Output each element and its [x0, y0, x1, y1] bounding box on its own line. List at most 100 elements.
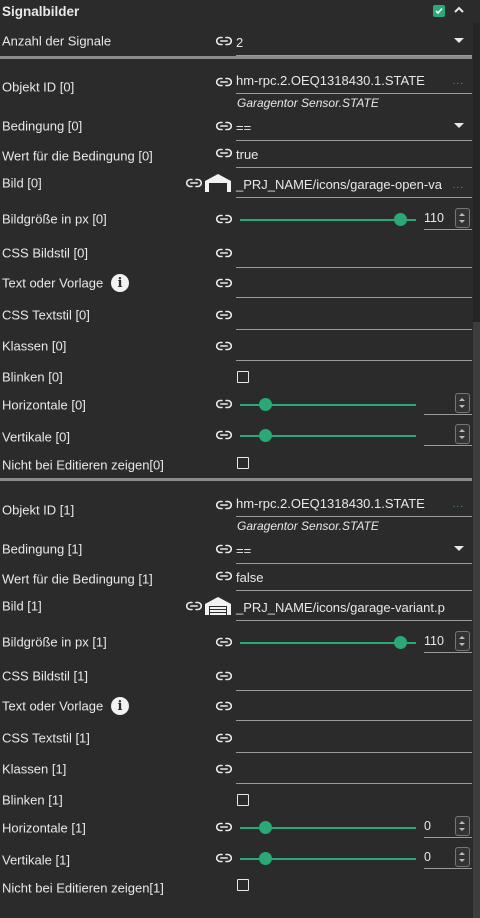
css-text-input[interactable] — [236, 723, 472, 753]
vertical-number-input[interactable] — [424, 424, 472, 446]
chevron-up-icon[interactable] — [452, 3, 466, 20]
text-input[interactable] — [236, 691, 472, 721]
chevron-down-icon[interactable] — [454, 38, 464, 43]
size-slider[interactable] — [240, 636, 416, 649]
spinner-icon[interactable] — [455, 424, 470, 444]
css-image-input[interactable] — [236, 238, 472, 268]
image-value: _PRJ_NAME/icons/garage-open-va — [236, 177, 442, 192]
object-id-label: Objekt ID [1] — [2, 502, 75, 518]
link-icon[interactable] — [216, 733, 232, 743]
image-label: Bild [1] — [2, 598, 42, 614]
spinner-icon[interactable] — [455, 847, 470, 867]
css-text-input[interactable] — [236, 300, 472, 330]
condition-select[interactable]: == — [236, 534, 472, 564]
size-number-input[interactable]: 110 — [424, 631, 472, 653]
vertical-slider[interactable] — [240, 429, 416, 442]
size-slider-knob[interactable] — [394, 636, 408, 649]
text-input[interactable] — [236, 268, 472, 298]
link-icon[interactable] — [216, 822, 232, 832]
image-input[interactable]: _PRJ_NAME/icons/garage-variant.p — [236, 591, 472, 621]
blink-checkbox[interactable] — [237, 371, 249, 383]
spinner-icon[interactable] — [455, 393, 470, 413]
count-select[interactable]: 2 — [236, 26, 472, 56]
link-icon[interactable] — [216, 214, 232, 224]
cond-value-row-0: Wert für die Bedingung [0] true — [0, 138, 472, 168]
horizontal-row-0: Horizontale [0] — [0, 389, 472, 419]
css-image-label: CSS Bildstil [0] — [2, 245, 88, 261]
link-icon[interactable] — [216, 148, 232, 158]
link-icon[interactable] — [216, 701, 232, 711]
size-slider-knob[interactable] — [394, 213, 408, 226]
link-icon[interactable] — [216, 853, 232, 863]
text-label: Text oder Vorlage — [2, 698, 104, 714]
link-icon[interactable] — [216, 341, 232, 351]
spinner-icon[interactable] — [455, 631, 470, 651]
link-icon[interactable] — [216, 36, 232, 46]
cond-value-input[interactable]: false — [236, 561, 472, 591]
object-id-name: Garagentor Sensor.STATE — [237, 96, 379, 110]
chevron-down-icon[interactable] — [454, 546, 464, 551]
link-icon[interactable] — [216, 430, 232, 440]
chevron-down-icon[interactable] — [454, 123, 464, 128]
image-value: _PRJ_NAME/icons/garage-variant.p — [236, 600, 445, 615]
vertical-number-input[interactable]: 0 — [424, 847, 472, 869]
link-icon[interactable] — [216, 671, 232, 681]
link-icon[interactable] — [216, 637, 232, 647]
horizontal-slider-knob[interactable] — [258, 821, 272, 834]
vertical-slider-knob[interactable] — [258, 429, 272, 442]
link-icon[interactable] — [216, 399, 232, 409]
object-id-input[interactable]: hm-rpc.2.OEQ1318430.1.STATE ... — [236, 485, 472, 517]
vertical-slider[interactable] — [240, 852, 416, 865]
size-slider[interactable] — [240, 213, 416, 226]
hide-edit-checkbox[interactable] — [237, 879, 249, 891]
condition-select[interactable]: == — [236, 111, 472, 141]
horizontal-number-input[interactable]: 0 — [424, 816, 472, 838]
blink-checkbox[interactable] — [237, 794, 249, 806]
image-input[interactable]: _PRJ_NAME/icons/garage-open-va ... — [236, 168, 472, 198]
cond-value-value: true — [236, 147, 259, 162]
link-icon[interactable] — [216, 764, 232, 774]
hide-edit-checkbox[interactable] — [237, 457, 249, 469]
classes-input[interactable] — [236, 754, 472, 784]
spinner-icon[interactable] — [455, 816, 470, 836]
size-label: Bildgröße in px [1] — [2, 634, 107, 650]
link-icon[interactable] — [216, 571, 232, 581]
link-icon[interactable] — [186, 178, 202, 188]
horizontal-slider[interactable] — [240, 821, 416, 834]
vertical-slider-knob[interactable] — [258, 852, 272, 865]
css-text-row-0: CSS Textstil [0] — [0, 300, 472, 330]
object-id-input[interactable]: hm-rpc.2.OEQ1318430.1.STATE ... — [236, 62, 472, 94]
condition-row-0: Bedingung [0] == — [0, 111, 472, 141]
link-icon[interactable] — [216, 278, 232, 288]
divider — [0, 478, 472, 481]
size-row-1: Bildgröße in px [1] 110 — [0, 627, 472, 657]
horizontal-number-input[interactable] — [424, 393, 472, 415]
condition-value: == — [236, 543, 252, 558]
css-image-input[interactable] — [236, 661, 472, 691]
css-text-label: CSS Textstil [0] — [2, 307, 90, 323]
scrollbar-thumb[interactable] — [473, 322, 480, 918]
link-icon[interactable] — [216, 77, 232, 87]
info-icon[interactable]: i — [111, 697, 129, 715]
link-icon[interactable] — [216, 310, 232, 320]
info-icon[interactable]: i — [111, 274, 129, 292]
size-number-input[interactable]: 110 — [424, 208, 472, 230]
hide-edit-row-0: Nicht bei Editieren zeigen[0] — [0, 448, 472, 478]
scrollbar[interactable] — [473, 22, 480, 918]
css-text-row-1: CSS Textstil [1] — [0, 723, 472, 753]
link-icon[interactable] — [216, 500, 232, 510]
hide-edit-row-1: Nicht bei Editieren zeigen[1] — [0, 872, 472, 896]
size-label: Bildgröße in px [0] — [2, 211, 107, 227]
link-icon[interactable] — [216, 121, 232, 131]
classes-input[interactable] — [236, 331, 472, 361]
horizontal-slider-knob[interactable] — [258, 398, 272, 411]
horizontal-slider[interactable] — [240, 398, 416, 411]
link-icon[interactable] — [216, 248, 232, 258]
link-icon[interactable] — [216, 544, 232, 554]
spinner-icon[interactable] — [455, 208, 470, 228]
link-icon[interactable] — [186, 601, 202, 611]
section-enabled-checkbox[interactable] — [433, 5, 445, 17]
cond-value-input[interactable]: true — [236, 138, 472, 168]
horizontal-value: 0 — [424, 819, 431, 833]
garage-open-icon — [205, 174, 231, 192]
